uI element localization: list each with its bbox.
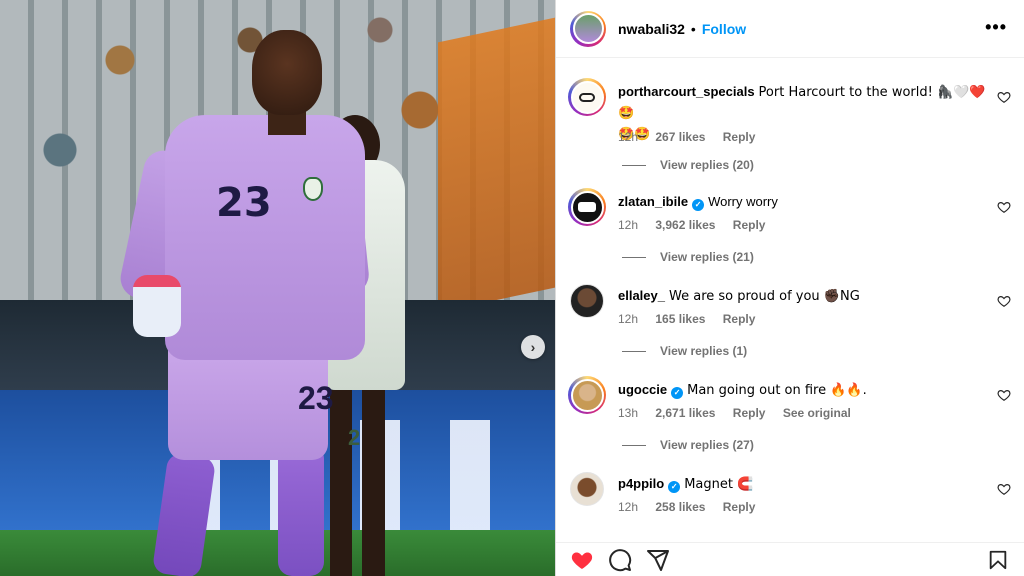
verified-badge-icon: ✓ — [668, 481, 681, 493]
background-player-number: 2 — [348, 425, 361, 450]
comment-text: zlatan_ibile ✓ Worry worry — [618, 192, 988, 212]
shorts-number: 23 — [298, 380, 334, 416]
commenter-avatar[interactable] — [568, 78, 606, 116]
paper-plane-icon[interactable] — [646, 548, 670, 572]
comment-meta: 12h 165 likes Reply — [618, 312, 769, 326]
follow-button[interactable]: Follow — [702, 21, 746, 37]
comment-username[interactable]: p4ppilo — [618, 476, 664, 491]
comment-time: 12h — [618, 312, 639, 326]
comment-likes[interactable]: 165 likes — [655, 312, 705, 326]
reply-button[interactable]: Reply — [723, 500, 756, 514]
like-comment-icon[interactable] — [997, 388, 1011, 402]
comment-text: ugoccie ✓ Man going out on fire 🔥🔥. — [618, 380, 988, 401]
comment-time: 12h — [618, 218, 639, 232]
heart-filled-icon[interactable] — [570, 548, 594, 572]
comment-item: ellaley_ We are so proud of you ✊🏿NG 12h … — [556, 282, 1024, 358]
goalkeeper-shirt — [165, 115, 365, 360]
comment-meta: 13h 2,671 likes Reply See original — [618, 406, 865, 420]
view-replies-label: View replies (1) — [660, 344, 748, 358]
commenter-avatar[interactable] — [568, 376, 606, 414]
comment-username[interactable]: ellaley_ — [618, 288, 665, 303]
carousel-next-button[interactable]: › — [521, 335, 545, 359]
comment-username[interactable]: ugoccie — [618, 382, 667, 397]
comment-time: 12h — [618, 130, 639, 144]
commenter-avatar[interactable] — [568, 188, 606, 226]
author-username[interactable]: nwabali32 — [618, 21, 685, 37]
commenter-avatar[interactable] — [570, 472, 604, 506]
verified-badge-icon: ✓ — [692, 199, 705, 211]
view-replies-button[interactable]: View replies (1) — [622, 344, 747, 358]
crest-icon — [303, 177, 323, 201]
comment-username[interactable]: portharcourt_specials — [618, 84, 755, 99]
bookmark-icon[interactable] — [987, 548, 1009, 572]
comment-likes[interactable]: 2,671 likes — [655, 406, 715, 420]
post-actions-bar — [556, 542, 1024, 576]
chevron-right-icon: › — [530, 339, 536, 355]
jersey-number: 23 — [216, 180, 272, 226]
comment-body: Worry worry — [708, 194, 778, 209]
see-original-button[interactable]: See original — [783, 406, 851, 420]
view-replies-label: View replies (20) — [660, 158, 754, 172]
comment-likes[interactable]: 267 likes — [655, 130, 705, 144]
reply-button[interactable]: Reply — [723, 312, 756, 326]
view-replies-button[interactable]: View replies (20) — [622, 158, 754, 172]
like-comment-icon[interactable] — [997, 294, 1011, 308]
post-side-panel: nwabali32 • Follow ••• portharcourt_spec… — [555, 0, 1024, 576]
view-replies-button[interactable]: View replies (27) — [622, 438, 754, 452]
stand-section — [438, 17, 555, 313]
more-options-icon[interactable]: ••• — [985, 17, 1007, 38]
background-player-legs — [330, 390, 385, 576]
view-replies-label: View replies (27) — [660, 438, 754, 452]
comment-meta: 12h 267 likes Reply — [618, 130, 769, 144]
comment-meta: 12h 258 likes Reply — [618, 500, 769, 514]
goalkeeper-head — [252, 30, 322, 115]
comment-meta: 12h 3,962 likes Reply — [618, 218, 779, 232]
like-comment-icon[interactable] — [997, 200, 1011, 214]
view-replies-label: View replies (21) — [660, 250, 754, 264]
author-avatar[interactable] — [570, 10, 606, 47]
post-header: nwabali32 • Follow ••• — [556, 0, 1024, 58]
comment-item: portharcourt_specials Port Harcourt to th… — [556, 78, 1024, 172]
separator-dot: • — [690, 20, 696, 37]
like-comment-icon[interactable] — [997, 90, 1011, 104]
post-image: 2 23 23 › — [0, 0, 555, 576]
reply-button[interactable]: Reply — [723, 130, 756, 144]
comment-item: p4ppilo ✓ Magnet 🧲 12h 258 likes Reply — [556, 470, 1024, 540]
verified-badge-icon: ✓ — [671, 387, 684, 399]
logo-icon — [578, 202, 596, 212]
comments-list: portharcourt_specials Port Harcourt to th… — [556, 58, 1024, 542]
view-replies-button[interactable]: View replies (21) — [622, 250, 754, 264]
comment-body: Magnet 🧲 — [684, 477, 754, 492]
comment-item: ugoccie ✓ Man going out on fire 🔥🔥. 13h 2,… — [556, 376, 1024, 452]
crab-logo-icon — [579, 92, 595, 102]
comment-item: zlatan_ibile ✓ Worry worry 12h 3,962 likes… — [556, 188, 1024, 264]
comment-username[interactable]: zlatan_ibile — [618, 194, 688, 209]
goalkeeper-glove — [133, 275, 181, 337]
comment-body: Man going out on fire 🔥🔥. — [687, 383, 867, 398]
commenter-avatar[interactable] — [570, 284, 604, 318]
comment-likes[interactable]: 258 likes — [655, 500, 705, 514]
comment-time: 12h — [618, 500, 639, 514]
comment-time: 13h — [618, 406, 639, 420]
like-comment-icon[interactable] — [997, 482, 1011, 496]
reply-button[interactable]: Reply — [733, 218, 766, 232]
goalkeeper-leg-right — [278, 445, 324, 576]
comment-bubble-icon[interactable] — [608, 548, 632, 572]
comment-likes[interactable]: 3,962 likes — [655, 218, 715, 232]
comment-text: ellaley_ We are so proud of you ✊🏿NG — [618, 286, 988, 307]
comment-text: p4ppilo ✓ Magnet 🧲 — [618, 474, 988, 495]
comment-body: We are so proud of you ✊🏿NG — [669, 289, 860, 304]
reply-button[interactable]: Reply — [733, 406, 766, 420]
